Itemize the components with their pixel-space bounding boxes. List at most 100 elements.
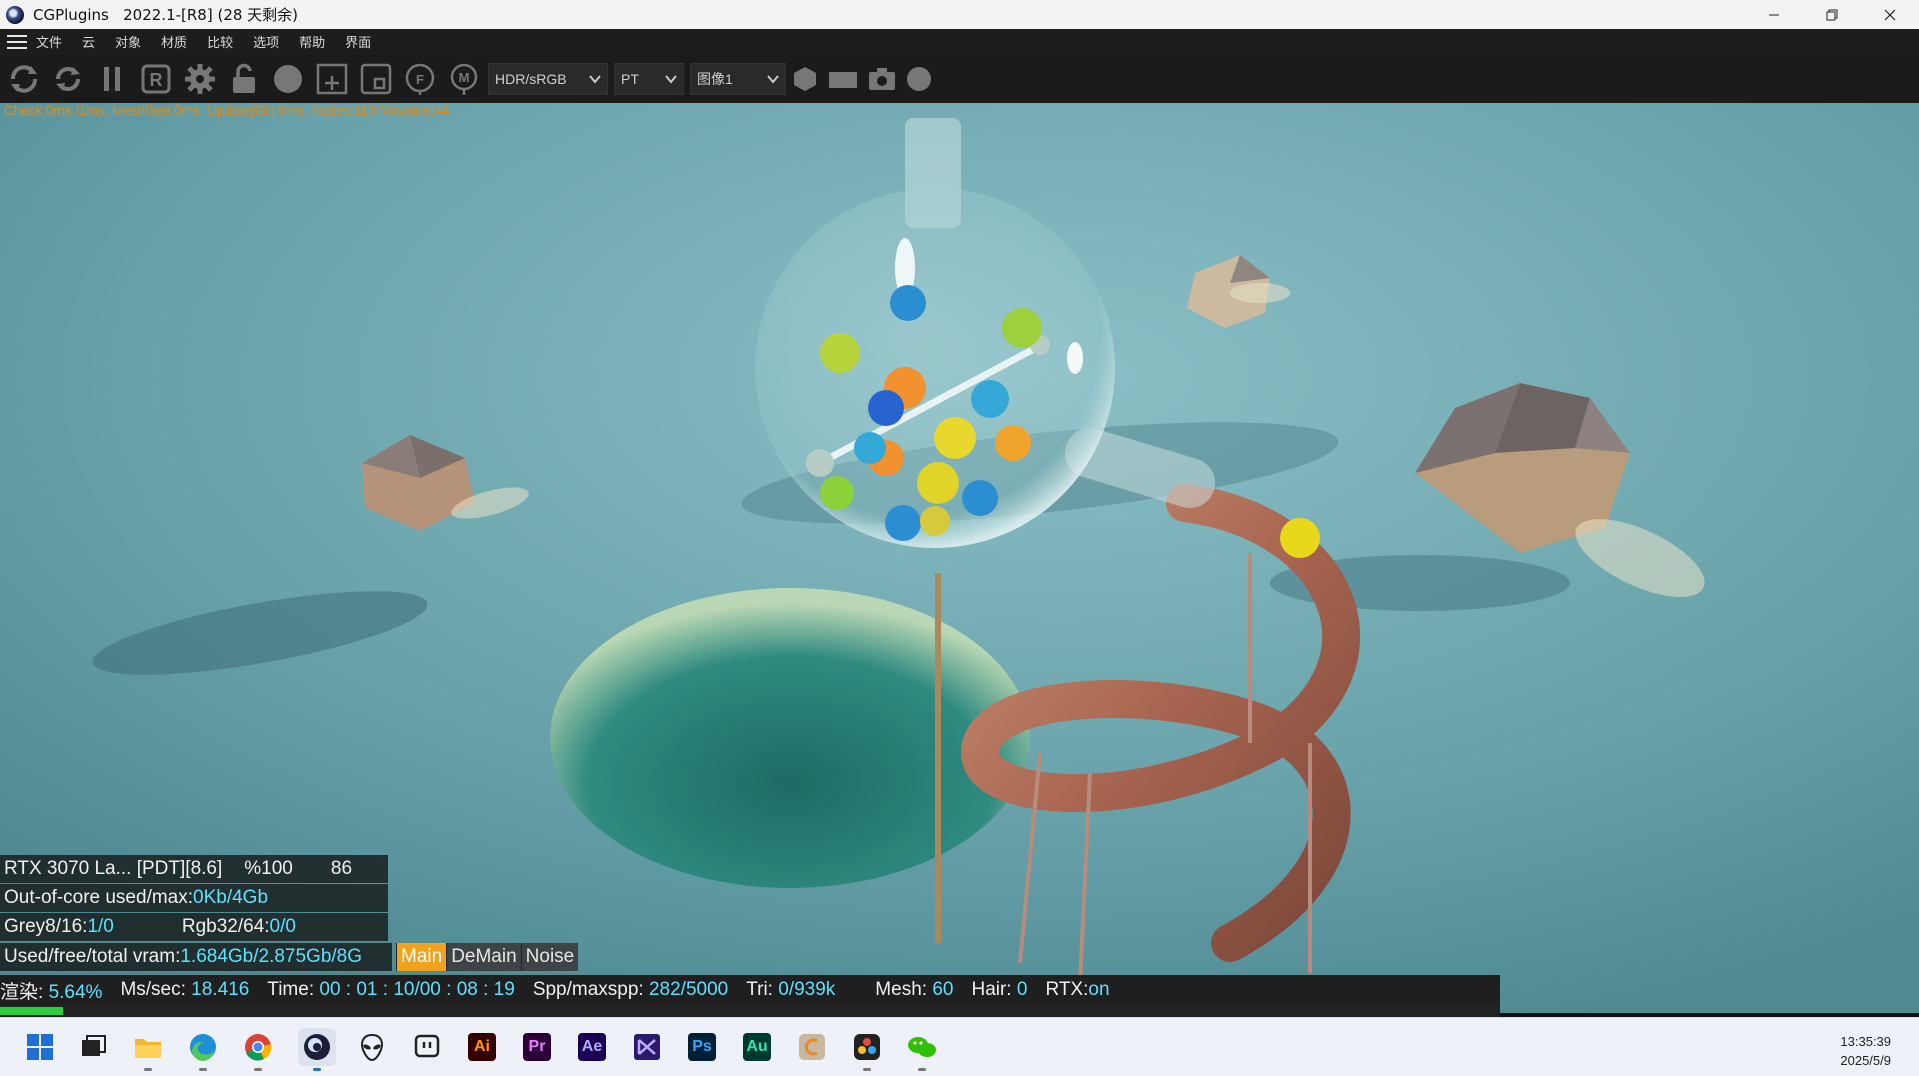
settings-cycle-icon[interactable] bbox=[4, 59, 44, 99]
windows-start-icon[interactable] bbox=[21, 1028, 59, 1066]
clock-time: 13:35:39 bbox=[1840, 1034, 1891, 1049]
vram-label: Used/free/total vram: bbox=[4, 946, 181, 967]
r-icon[interactable]: R bbox=[136, 59, 176, 99]
ms-value: 18.416 bbox=[191, 979, 250, 1000]
tri-value: 0/939k bbox=[778, 979, 836, 1000]
after-effects-label: Ae bbox=[578, 1033, 606, 1061]
edge-icon[interactable] bbox=[184, 1028, 222, 1071]
davinci-icon[interactable] bbox=[848, 1028, 886, 1071]
image-select-value: 图像1 bbox=[697, 70, 733, 87]
kernel-select[interactable]: PT bbox=[614, 62, 684, 95]
restore-button[interactable] bbox=[1803, 0, 1861, 29]
visual-studio-icon[interactable] bbox=[628, 1028, 666, 1066]
chevron-down-icon bbox=[665, 74, 677, 84]
add-region-icon[interactable] bbox=[312, 59, 352, 99]
c-app-icon[interactable] bbox=[793, 1028, 831, 1066]
rect-icon[interactable] bbox=[828, 66, 858, 92]
file-explorer-icon[interactable] bbox=[129, 1028, 167, 1071]
gpu-name: RTX 3070 La... [PDT][8.6] bbox=[4, 858, 223, 879]
rtx-value: on bbox=[1088, 979, 1110, 1000]
menu-material[interactable]: 材质 bbox=[161, 32, 187, 51]
ms-label: Ms/sec: bbox=[120, 979, 192, 1000]
title-bar: CGPlugins 2022.1-[R8] (28 天剩余) bbox=[0, 0, 1919, 29]
gpu-info-row: RTX 3070 La... [PDT][8.6] %100 86 bbox=[0, 855, 388, 883]
mesh-value: 60 bbox=[932, 979, 954, 1000]
tonemap-select-value: HDR/sRGB bbox=[495, 70, 567, 87]
menu-cloud[interactable]: 云 bbox=[82, 32, 95, 51]
close-button[interactable] bbox=[1861, 0, 1919, 29]
svg-text:R: R bbox=[150, 70, 163, 90]
minimize-button[interactable] bbox=[1745, 0, 1803, 29]
kernel-select-value: PT bbox=[621, 70, 639, 87]
gear-icon[interactable] bbox=[180, 59, 220, 99]
clock-date: 2025/5/9 bbox=[1840, 1053, 1891, 1068]
time-value: 00 : 01 : 10/00 : 08 : 19 bbox=[319, 979, 515, 1000]
hamburger-menu-icon[interactable] bbox=[7, 34, 27, 49]
chevron-down-icon bbox=[767, 74, 779, 84]
premiere-label: Pr bbox=[523, 1033, 551, 1061]
grey-label: Grey8/16: bbox=[4, 916, 88, 937]
pause-icon[interactable] bbox=[92, 59, 132, 99]
tab-main[interactable]: Main bbox=[396, 943, 447, 971]
region-icon[interactable] bbox=[356, 59, 396, 99]
unlock-icon[interactable] bbox=[224, 59, 264, 99]
menu-object[interactable]: 对象 bbox=[115, 32, 141, 51]
camera-icon[interactable] bbox=[868, 66, 896, 92]
menu-help[interactable]: 帮助 bbox=[299, 32, 325, 51]
m-icon[interactable]: M bbox=[444, 59, 484, 99]
illustrator-label: Ai bbox=[468, 1033, 496, 1061]
menu-bar: 文件 云 对象 材质 比较 选项 帮助 界面 bbox=[0, 29, 1919, 54]
f-icon[interactable]: F bbox=[400, 59, 440, 99]
cinema4d-icon bbox=[6, 5, 24, 24]
refresh-icon[interactable] bbox=[48, 59, 88, 99]
spp-value: 282/5000 bbox=[648, 979, 729, 1000]
menu-interface[interactable]: 界面 bbox=[345, 32, 371, 51]
minimize-icon bbox=[1769, 14, 1779, 15]
menu-options[interactable]: 选项 bbox=[253, 32, 279, 51]
premiere-icon[interactable]: Pr bbox=[518, 1028, 556, 1066]
toolbar: R F M HDR/sRGB PT 图像1 bbox=[0, 54, 1919, 103]
vram-row: Used/free/total vram: 1.684Gb/2.875Gb/8G bbox=[0, 943, 392, 971]
photoshop-label: Ps bbox=[688, 1033, 716, 1061]
alienware-icon[interactable] bbox=[353, 1028, 391, 1066]
sphere-icon[interactable] bbox=[268, 59, 308, 99]
close-icon bbox=[1884, 9, 1896, 20]
spp-label: Spp/maxspp: bbox=[532, 979, 649, 1000]
twitch-icon[interactable] bbox=[408, 1028, 446, 1066]
grey-value: 1/0 bbox=[87, 916, 114, 937]
photoshop-icon[interactable]: Ps bbox=[683, 1028, 721, 1066]
system-clock[interactable]: 13:35:39 2025/5/9 bbox=[1840, 1032, 1891, 1070]
shape-hex-icon[interactable] bbox=[792, 66, 818, 92]
audition-label: Au bbox=[743, 1033, 771, 1061]
menu-file[interactable]: 文件 bbox=[36, 32, 62, 51]
taskbar: Ai Pr Ae Ps Au 13:35:39 2025/5/9 bbox=[0, 1017, 1919, 1076]
gpu-temp: 86 bbox=[330, 858, 353, 879]
audition-icon[interactable]: Au bbox=[738, 1028, 776, 1066]
hair-label: Hair: bbox=[971, 979, 1017, 1000]
tab-noise[interactable]: Noise bbox=[520, 943, 579, 971]
ooc-label: Out-of-core used/max: bbox=[4, 887, 194, 908]
cinema4d-icon[interactable] bbox=[298, 1028, 336, 1071]
svg-text:F: F bbox=[416, 72, 424, 87]
window-title: CGPlugins 2022.1-[R8] (28 天剩余) bbox=[33, 6, 299, 24]
chevron-down-icon bbox=[589, 74, 601, 84]
time-label: Time: bbox=[267, 979, 320, 1000]
render-progress-bar bbox=[0, 1005, 1500, 1017]
tab-demain[interactable]: DeMain bbox=[446, 943, 521, 971]
ooc-value: 0Kb/4Gb bbox=[193, 887, 269, 908]
tonemap-select[interactable]: HDR/sRGB bbox=[488, 62, 608, 95]
render-label: 渲染: bbox=[0, 981, 49, 1003]
chrome-icon[interactable] bbox=[239, 1028, 277, 1071]
wechat-icon[interactable] bbox=[903, 1028, 941, 1071]
circle-icon[interactable] bbox=[906, 66, 932, 92]
after-effects-icon[interactable]: Ae bbox=[573, 1028, 611, 1066]
svg-text:M: M bbox=[459, 70, 470, 85]
render-stats-line: Check:0ms./1ms. MeshGen:0ms. Update[Gli]… bbox=[4, 103, 450, 118]
tri-label: Tri: bbox=[746, 979, 779, 1000]
vram-value: 1.684Gb/2.875Gb/8G bbox=[180, 946, 363, 967]
task-view-icon[interactable] bbox=[74, 1028, 112, 1066]
restore-icon bbox=[1826, 9, 1838, 20]
menu-compare[interactable]: 比较 bbox=[207, 32, 233, 51]
image-select[interactable]: 图像1 bbox=[690, 62, 786, 95]
illustrator-icon[interactable]: Ai bbox=[463, 1028, 501, 1066]
